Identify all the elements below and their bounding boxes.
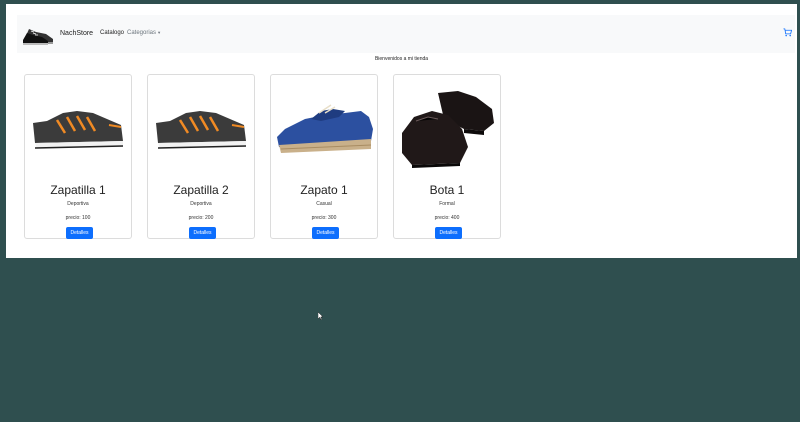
product-category: Deportiva xyxy=(67,201,89,207)
sneakers-logo[interactable] xyxy=(22,23,56,47)
product-card: Zapato 1 Casual precio: 300 Detalles xyxy=(270,74,378,239)
product-card: Zapatilla 2 Deportiva precio: 200 Detall… xyxy=(147,74,255,239)
product-card: Zapatilla 1 Deportiva precio: 100 Detall… xyxy=(24,74,132,239)
product-category: Formal xyxy=(439,201,455,207)
product-image xyxy=(33,111,124,149)
page-container: NachStore Catalogo Categorias ▼ Bienveni… xyxy=(6,4,797,258)
product-image xyxy=(402,91,494,168)
brand-name[interactable]: NachStore xyxy=(60,30,93,37)
nav-link-catalog[interactable]: Catalogo xyxy=(100,30,124,36)
product-name: Zapatilla 1 xyxy=(50,183,106,197)
product-category: Deportiva xyxy=(190,201,212,207)
product-name: Bota 1 xyxy=(429,183,465,197)
product-price: precio: 100 xyxy=(65,215,91,221)
product-card: Bota 1 Formal precio: 400 Detalles xyxy=(393,74,501,239)
details-button[interactable]: Detalles xyxy=(66,227,93,239)
product-category: Casual xyxy=(316,201,332,207)
details-button[interactable]: Detalles xyxy=(312,227,339,239)
nav-dropdown-categories[interactable]: Categorias ▼ xyxy=(127,30,161,36)
product-image xyxy=(156,111,247,149)
product-price: precio: 400 xyxy=(434,215,460,221)
navbar: NachStore Catalogo Categorias ▼ xyxy=(17,15,795,53)
product-name: Zapato 1 xyxy=(300,183,348,197)
welcome-text: Bienvenidos a mi tienda xyxy=(374,56,429,62)
details-button[interactable]: Detalles xyxy=(435,227,462,239)
product-name: Zapatilla 2 xyxy=(173,183,229,197)
shopping-cart-icon[interactable] xyxy=(783,28,792,37)
product-image xyxy=(277,104,373,153)
mouse-cursor-icon xyxy=(318,312,323,320)
caret-down-icon: ▼ xyxy=(156,30,162,35)
product-price: precio: 200 xyxy=(188,215,214,221)
nav-dropdown-label: Categorias xyxy=(127,30,157,36)
product-price: precio: 300 xyxy=(311,215,337,221)
details-button[interactable]: Detalles xyxy=(189,227,216,239)
